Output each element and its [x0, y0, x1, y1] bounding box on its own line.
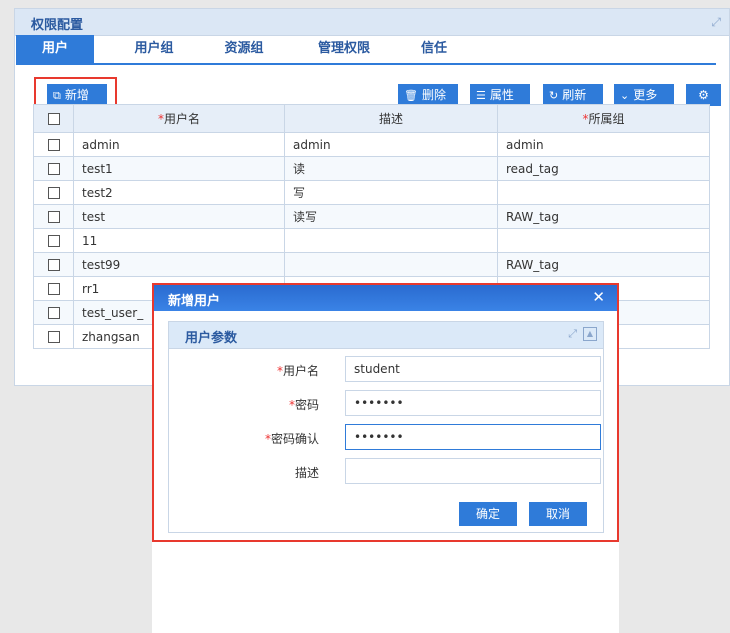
tabs-underline [16, 63, 716, 65]
collapse-icon[interactable]: ▲ [583, 327, 597, 341]
properties-button[interactable]: ☰ 属性 [470, 84, 530, 106]
row-checkbox[interactable] [47, 235, 60, 247]
panel-title: 权限配置 [31, 18, 84, 33]
row-checkbox[interactable] [47, 283, 60, 295]
table-row[interactable]: test 读写 RAW_tag [33, 204, 710, 229]
col-username[interactable]: *用户名 [73, 104, 285, 133]
row-checkbox[interactable] [47, 331, 60, 343]
tab-resource-groups[interactable]: 资源组 [194, 35, 294, 63]
cell-group: RAW_tag [497, 204, 710, 229]
description-label: 描述 [294, 466, 319, 480]
username-input[interactable] [345, 356, 601, 382]
table-row[interactable]: test1 读 read_tag [33, 156, 710, 181]
table-row[interactable]: test2 写 [33, 180, 710, 205]
close-icon[interactable]: ✕ [592, 288, 605, 306]
tab-bar: 用户 用户组 资源组 管理权限 信任 [16, 35, 716, 63]
table-row[interactable]: 11 [33, 228, 710, 253]
tab-trust[interactable]: 信任 [384, 35, 484, 63]
select-all-cell [33, 104, 74, 133]
col-group[interactable]: *所属组 [497, 104, 710, 133]
refresh-button[interactable]: ↻ 刷新 [543, 84, 603, 106]
cell-username: test [73, 204, 285, 229]
panel-header: 权限配置 ⤢ [15, 9, 729, 36]
row-checkbox[interactable] [47, 187, 60, 199]
cell-description: 读写 [284, 204, 498, 229]
confirm-password-input[interactable] [345, 424, 601, 450]
row-checkbox[interactable] [47, 259, 60, 271]
tab-admin-permissions[interactable]: 管理权限 [294, 35, 394, 63]
cell-group [497, 228, 710, 253]
cancel-button[interactable]: 取消 [529, 502, 587, 526]
cell-group [497, 180, 710, 205]
select-all-checkbox[interactable] [47, 113, 60, 125]
add-user-dialog: 新增用户 ✕ 用户参数 ⤢ ▲ *用户名 *密码 *密码确认 描述 确定 取消 [152, 283, 619, 542]
confirm-password-label: *密码确认 [264, 432, 319, 446]
cell-username: 11 [73, 228, 285, 253]
row-checkbox[interactable] [47, 163, 60, 175]
col-description[interactable]: 描述 [284, 104, 498, 133]
user-params-section: 用户参数 ⤢ ▲ *用户名 *密码 *密码确认 描述 确定 取消 [168, 321, 604, 533]
row-checkbox[interactable] [47, 211, 60, 223]
cell-group: admin [497, 132, 710, 157]
confirm-button[interactable]: 确定 [459, 502, 517, 526]
password-input[interactable] [345, 390, 601, 416]
section-title: 用户参数 [185, 331, 238, 346]
dialog-header[interactable]: 新增用户 ✕ [154, 285, 617, 311]
gear-icon: ⚙ [698, 88, 709, 102]
row-checkbox[interactable] [47, 139, 60, 151]
cell-username: test2 [73, 180, 285, 205]
settings-button[interactable]: ⚙ [686, 84, 721, 106]
cell-group: read_tag [497, 156, 710, 181]
cell-username: test1 [73, 156, 285, 181]
table-header-row: *用户名 描述 *所属组 [33, 104, 710, 133]
delete-button[interactable]: 🗑 删除 [398, 84, 458, 106]
more-button[interactable]: ⌄ 更多 [614, 84, 674, 106]
section-header: 用户参数 ⤢ ▲ [169, 322, 603, 349]
cell-username: admin [73, 132, 285, 157]
dialog-title: 新增用户 [168, 294, 221, 309]
tab-user-groups[interactable]: 用户组 [104, 35, 204, 63]
cell-description [284, 228, 498, 253]
table-row[interactable]: admin admin admin [33, 132, 710, 157]
expand-icon[interactable]: ⤢ [711, 15, 721, 30]
cell-description: 读 [284, 156, 498, 181]
cell-username: test99 [73, 252, 285, 277]
cell-description: admin [284, 132, 498, 157]
tab-users[interactable]: 用户 [16, 35, 94, 63]
cell-group: RAW_tag [497, 252, 710, 277]
username-label: *用户名 [276, 364, 319, 378]
expand-icon[interactable]: ⤢ [568, 327, 577, 341]
table-row[interactable]: test99 RAW_tag [33, 252, 710, 277]
description-input[interactable] [345, 458, 601, 484]
row-checkbox[interactable] [47, 307, 60, 319]
cell-description: 写 [284, 180, 498, 205]
password-label: *密码 [288, 398, 319, 412]
cell-description [284, 252, 498, 277]
